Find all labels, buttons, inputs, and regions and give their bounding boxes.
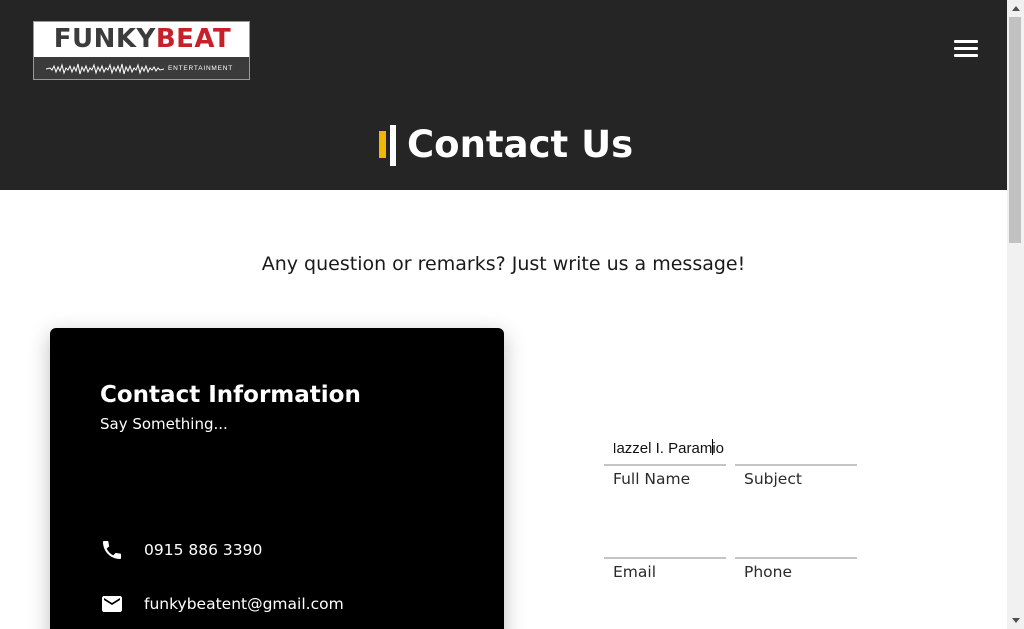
full-name-label: Full Name [613, 470, 691, 488]
title-accent-yellow [379, 131, 386, 158]
funkybeat-logo[interactable]: FUNKYBEAT ENTERTAINMENT [33, 21, 250, 80]
email-input[interactable] [604, 529, 726, 559]
scroll-down-arrow-icon[interactable] [1007, 612, 1024, 629]
subject-label: Subject [744, 470, 802, 488]
logo-band: ENTERTAINMENT [34, 57, 249, 79]
vertical-scrollbar[interactable] [1007, 0, 1024, 629]
logo-word-funky: FUNKY [53, 24, 156, 54]
contact-info-subtitle: Say Something... [100, 415, 228, 433]
mail-icon [102, 596, 122, 612]
menu-button[interactable] [954, 38, 978, 60]
logo-word-beat: BEAT [155, 24, 232, 54]
subject-input[interactable] [735, 436, 857, 466]
page-title: Contact Us [407, 123, 634, 166]
intro-text: Any question or remarks? Just write us a… [261, 253, 746, 275]
contact-info-title: Contact Information [100, 382, 361, 408]
hamburger-icon-line [954, 47, 978, 50]
hamburger-icon-line [954, 40, 978, 43]
title-accent-white [390, 125, 396, 166]
scroll-up-arrow-icon[interactable] [1007, 0, 1024, 17]
scroll-up-glyph [1011, 6, 1020, 11]
contact-info-card: Contact Information Say Something... 091… [50, 328, 504, 629]
soundwave-icon [46, 63, 164, 75]
phone-icon [103, 541, 121, 559]
full-name-input[interactable] [604, 436, 726, 466]
site-header: FUNKYBEAT ENTERTAINMENT Contact Us [0, 0, 1007, 190]
phone-label: Phone [744, 563, 793, 581]
email-label: Email [613, 563, 657, 581]
scroll-down-glyph [1011, 618, 1020, 623]
logo-wordmark: FUNKYBEAT [34, 24, 249, 54]
page: FUNKYBEAT ENTERTAINMENT Contact Us Any q… [0, 0, 1007, 629]
phone-input[interactable] [735, 529, 857, 559]
contact-phone-text: 0915 886 3390 [144, 541, 263, 559]
scrollbar-thumb[interactable] [1009, 17, 1021, 243]
hamburger-icon-line [954, 54, 978, 57]
contact-email-text: funkybeatent@gmail.com [144, 595, 344, 613]
text-caret [712, 439, 713, 455]
logo-tagline: ENTERTAINMENT [168, 65, 234, 72]
